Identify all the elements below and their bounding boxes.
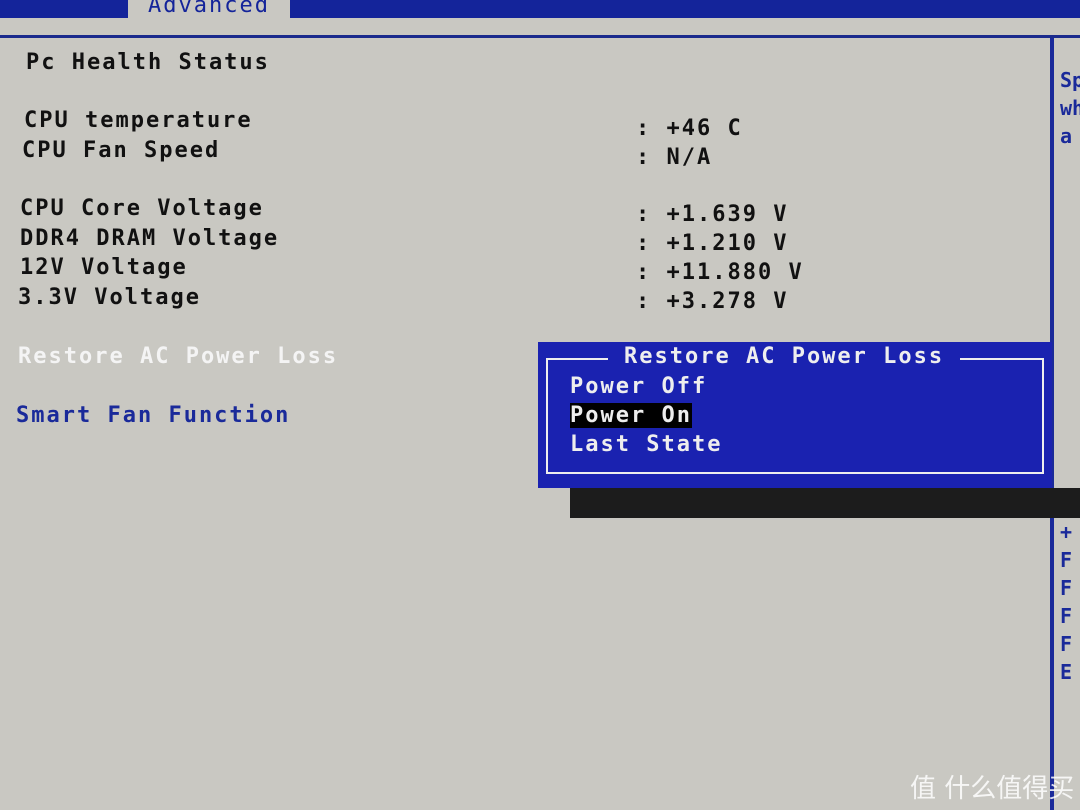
reading-label: DDR4 DRAM Voltage [20,226,280,251]
help-text: Sp [1060,68,1080,92]
option-last-state[interactable]: Last State [570,432,722,457]
reading-label: 12V Voltage [20,255,188,280]
reading-value: : N/A [636,145,713,170]
reading-value: : +46 C [636,116,743,141]
help-text: a [1060,124,1073,148]
reading-label: CPU Fan Speed [22,138,221,163]
reading-value: : +1.210 V [636,231,789,256]
restore-ac-power-loss-setting[interactable]: Restore AC Power Loss [18,344,338,369]
option-power-on[interactable]: Power On [570,403,692,428]
popup-title: Restore AC Power Loss [608,344,961,369]
key-help: F [1060,548,1073,572]
reading-label: CPU temperature [24,108,253,133]
key-help: F [1060,604,1073,628]
watermark: 值 什么值得买 [910,774,1075,804]
popup-shadow [570,488,1080,518]
restore-ac-popup: Restore AC Power Loss Power Off Power On… [538,342,1052,488]
key-help: E [1060,660,1073,684]
reading-value: : +1.639 V [636,202,789,227]
divider [0,35,1080,38]
key-help: F [1060,576,1073,600]
reading-value: : +11.880 V [636,260,804,285]
smart-fan-function-setting[interactable]: Smart Fan Function [16,403,290,428]
option-power-off[interactable]: Power Off [570,374,707,399]
help-text: wh [1060,96,1080,120]
tab-advanced[interactable]: Advanced [128,0,290,20]
reading-label: 3.3V Voltage [18,285,201,310]
reading-value: : +3.278 V [636,289,789,314]
key-help: + [1060,520,1073,544]
key-help: F [1060,632,1073,656]
reading-label: CPU Core Voltage [20,196,264,221]
section-title: Pc Health Status [26,50,270,75]
